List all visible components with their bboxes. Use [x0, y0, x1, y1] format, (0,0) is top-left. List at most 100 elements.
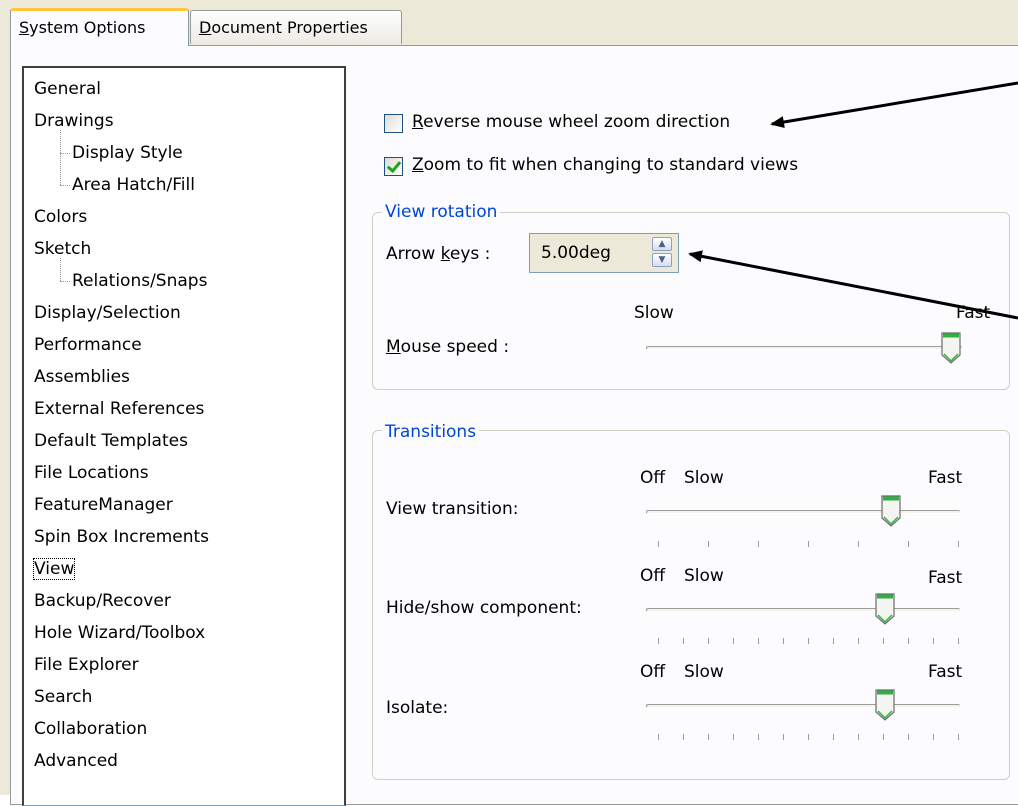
- tree-connector: [60, 258, 61, 281]
- tree-item-drawings[interactable]: Drawings: [34, 106, 114, 136]
- slider-tick: [933, 734, 934, 740]
- slider-tick: [833, 734, 834, 740]
- tree-item-general[interactable]: General: [34, 74, 101, 104]
- transitions-title: Transitions: [382, 422, 480, 442]
- tree-item-hole-wizard-toolbox[interactable]: Hole Wizard/Toolbox: [34, 618, 205, 648]
- isolate-track[interactable]: [646, 704, 960, 708]
- isolate-off-label: Off: [640, 662, 666, 682]
- slider-tick: [908, 734, 909, 740]
- slider-tick: [833, 638, 834, 644]
- tree-item-performance[interactable]: Performance: [34, 330, 142, 360]
- hide-show-track[interactable]: [646, 608, 960, 612]
- slider-tick: [758, 638, 759, 644]
- tree-item-sketch[interactable]: Sketch: [34, 234, 91, 264]
- isolate-slider-thumb[interactable]: [874, 688, 896, 722]
- slider-tick: [708, 638, 709, 644]
- tree-item-label: Advanced: [34, 751, 118, 771]
- spin-up-icon[interactable]: ▲: [652, 237, 672, 251]
- tree-item-advanced[interactable]: Advanced: [34, 746, 118, 776]
- slider-tick: [733, 638, 734, 644]
- slider-tick: [808, 541, 809, 547]
- reverse-zoom-label[interactable]: Reverse mouse wheel zoom direction: [412, 112, 730, 132]
- arrow-keys-label: Arrow keys :: [386, 244, 491, 264]
- slider-tick: [658, 638, 659, 644]
- view-transition-slider-thumb[interactable]: [880, 494, 902, 528]
- isolate-ticks: [658, 734, 959, 742]
- slider-tick: [933, 638, 934, 644]
- slider-tick: [758, 734, 759, 740]
- tree-item-area-hatch-fill[interactable]: Area Hatch/Fill: [72, 170, 195, 200]
- view-transition-track[interactable]: [646, 510, 960, 514]
- tree-connector: [60, 281, 70, 282]
- tree-item-spin-box-increments[interactable]: Spin Box Increments: [34, 522, 209, 552]
- tab-system-options[interactable]: System Options: [10, 8, 189, 46]
- tree-item-view[interactable]: View: [32, 554, 76, 584]
- tree-item-label: Display Style: [72, 143, 183, 163]
- slider-tick: [808, 638, 809, 644]
- slider-tick: [808, 734, 809, 740]
- arrow-keys-value[interactable]: 5.00deg: [541, 243, 611, 263]
- tree-item-search[interactable]: Search: [34, 682, 92, 712]
- tree-item-label: FeatureManager: [34, 495, 173, 515]
- mouse-speed-label: Mouse speed :: [386, 337, 510, 357]
- tree-item-label: External References: [34, 399, 205, 419]
- view-transition-ticks: [658, 541, 959, 549]
- hide-show-off-label: Off: [640, 566, 666, 586]
- slider-tick: [658, 541, 659, 547]
- hide-show-slider-thumb[interactable]: [874, 592, 896, 626]
- slider-tick: [783, 638, 784, 644]
- tab-document-properties[interactable]: Document Properties: [190, 10, 402, 44]
- slider-tick: [958, 541, 959, 547]
- slider-tick: [958, 638, 959, 644]
- tree-item-label: Search: [34, 687, 93, 707]
- mouse-speed-fast-label: Fast: [956, 303, 991, 323]
- tree-item-label: Display/Selection: [34, 303, 181, 323]
- slider-tick: [658, 734, 659, 740]
- slider-tick: [708, 541, 709, 547]
- slider-tick: [858, 734, 859, 740]
- mouse-speed-slider-thumb[interactable]: [940, 331, 962, 365]
- tree-item-label: General: [34, 79, 101, 99]
- mouse-speed-track[interactable]: [646, 346, 962, 350]
- slider-tick: [758, 541, 759, 547]
- tree-item-label: Assemblies: [34, 367, 130, 387]
- tree-item-label: Colors: [34, 207, 88, 227]
- spin-down-icon[interactable]: ▼: [652, 253, 672, 267]
- zoom-to-fit-label[interactable]: Zoom to fit when changing to standard vi…: [412, 155, 798, 175]
- tab-label: ocument Properties: [211, 18, 368, 37]
- isolate-fast-label: Fast: [928, 662, 963, 682]
- tree-item-external-references[interactable]: External References: [34, 394, 204, 424]
- reverse-zoom-checkbox[interactable]: [384, 114, 403, 133]
- slider-tick: [708, 734, 709, 740]
- tree-item-label: File Explorer: [34, 655, 139, 675]
- slider-tick: [858, 638, 859, 644]
- view-transition-off-label: Off: [640, 468, 666, 488]
- hide-show-slow-label: Slow: [684, 566, 724, 586]
- options-tree[interactable]: General Drawings Display Style Area Hatch/F…: [22, 66, 346, 806]
- slider-tick: [683, 638, 684, 644]
- zoom-to-fit-checkbox[interactable]: [384, 157, 403, 176]
- tree-item-relations-snaps[interactable]: Relations/Snaps: [72, 266, 207, 296]
- tree-item-file-locations[interactable]: File Locations: [34, 458, 149, 488]
- tree-item-display-selection[interactable]: Display/Selection: [34, 298, 181, 328]
- view-transition-slow-label: Slow: [684, 468, 724, 488]
- view-options-pane: Reverse mouse wheel zoom direction Zoom …: [368, 66, 1018, 795]
- tree-item-backup-recover[interactable]: Backup/Recover: [34, 586, 171, 616]
- tree-item-assemblies[interactable]: Assemblies: [34, 362, 130, 392]
- isolate-slow-label: Slow: [684, 662, 724, 682]
- view-rotation-title: View rotation: [382, 202, 501, 222]
- tree-item-file-explorer[interactable]: File Explorer: [34, 650, 139, 680]
- tab-accelerator: D: [199, 18, 212, 37]
- tree-item-label: Performance: [34, 335, 142, 355]
- tree-item-label: Relations/Snaps: [72, 271, 208, 291]
- tree-item-featuremanager[interactable]: FeatureManager: [34, 490, 173, 520]
- tree-item-colors[interactable]: Colors: [34, 202, 87, 232]
- tree-item-label: Area Hatch/Fill: [72, 175, 195, 195]
- view-transition-fast-label: Fast: [928, 468, 963, 488]
- tree-item-default-templates[interactable]: Default Templates: [34, 426, 188, 456]
- tree-item-collaboration[interactable]: Collaboration: [34, 714, 147, 744]
- mouse-speed-slow-label: Slow: [634, 303, 674, 323]
- tree-item-label: File Locations: [34, 463, 149, 483]
- tab-accelerator: S: [19, 18, 30, 37]
- tree-item-display-style[interactable]: Display Style: [72, 138, 183, 168]
